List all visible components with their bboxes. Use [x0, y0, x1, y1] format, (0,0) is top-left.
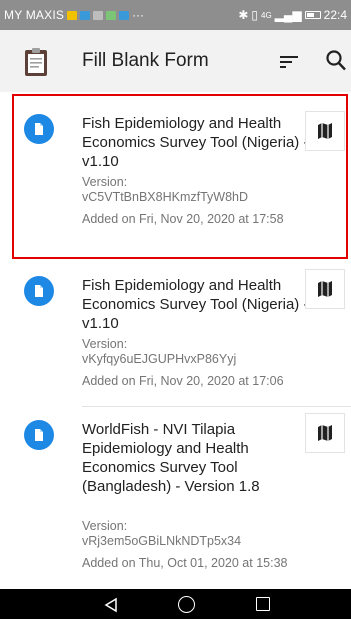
notification-overflow: ··· — [132, 8, 145, 22]
notification-icon-message — [93, 10, 104, 20]
document-icon — [35, 285, 43, 297]
form-title: Fish Epidemiology and Health Economics S… — [82, 277, 309, 332]
form-icon — [24, 114, 54, 144]
status-bar: MY MAXIS ··· ✱ ▯ 4G ▂▄▆ 22:4 — [0, 0, 351, 30]
map-icon — [318, 281, 332, 297]
vibrate-icon: ▯ — [251, 8, 258, 22]
form-version-label: Version: — [82, 337, 128, 351]
map-button[interactable] — [305, 111, 345, 151]
page-title: Fill Blank Form — [82, 50, 209, 71]
notification-icon-warning — [67, 10, 78, 20]
form-version-label: Version: — [82, 175, 128, 189]
home-icon[interactable] — [178, 596, 195, 613]
document-icon — [35, 123, 43, 135]
form-version: vC5VTtBnBX8HKmzfTyW8hD — [82, 190, 249, 204]
sort-icon[interactable] — [280, 54, 298, 70]
navigation-bar — [0, 589, 351, 619]
app-bar: Fill Blank Form — [0, 30, 351, 92]
notification-icon-app — [80, 10, 91, 20]
bluetooth-icon: ✱ — [238, 8, 249, 22]
clipboard-icon — [25, 48, 47, 76]
status-left: MY MAXIS ··· — [4, 8, 144, 22]
form-version: vKyfqy6uEJGUPHvxP86Yyj — [82, 352, 237, 366]
form-list: Fish Epidemiology and Health Economics S… — [0, 92, 351, 589]
status-right: ✱ ▯ 4G ▂▄▆ 22:4 — [238, 8, 347, 22]
map-button[interactable] — [305, 269, 345, 309]
map-button[interactable] — [305, 413, 345, 453]
form-added-date: Added on Fri, Nov 20, 2020 at 17:06 — [82, 374, 284, 388]
form-added-date: Added on Fri, Nov 20, 2020 at 17:58 — [82, 212, 284, 226]
list-item[interactable]: Fish Epidemiology and Health Economics S… — [0, 263, 351, 407]
form-icon — [24, 420, 54, 450]
map-icon — [318, 425, 332, 441]
form-version: vRj3em5oGBiLNkNDTp5x34 — [82, 534, 242, 548]
carrier-name: MY MAXIS — [4, 8, 65, 22]
list-item[interactable]: WorldFish - NVI Tilapia Epidemiology and… — [0, 407, 351, 589]
form-title: Fish Epidemiology and Health Economics S… — [82, 115, 309, 170]
clock: 22:4 — [323, 8, 347, 22]
map-icon — [318, 123, 332, 139]
form-title: WorldFish - NVI Tilapia Epidemiology and… — [82, 421, 260, 495]
recent-apps-icon[interactable] — [256, 597, 270, 611]
form-added-date: Added on Thu, Oct 01, 2020 at 15:38 — [82, 556, 288, 570]
form-version-label: Version: — [82, 519, 128, 533]
notification-icon-chat — [106, 10, 117, 20]
search-icon[interactable] — [325, 49, 347, 73]
back-icon[interactable] — [103, 597, 119, 613]
document-icon — [35, 429, 43, 441]
list-item[interactable]: Fish Epidemiology and Health Economics S… — [0, 92, 351, 263]
notification-icon-mail — [119, 10, 130, 20]
network-type: 4G — [261, 10, 272, 20]
battery-icon — [304, 11, 321, 19]
signal-icon: ▂▄▆ — [274, 8, 302, 22]
form-icon — [24, 276, 54, 306]
